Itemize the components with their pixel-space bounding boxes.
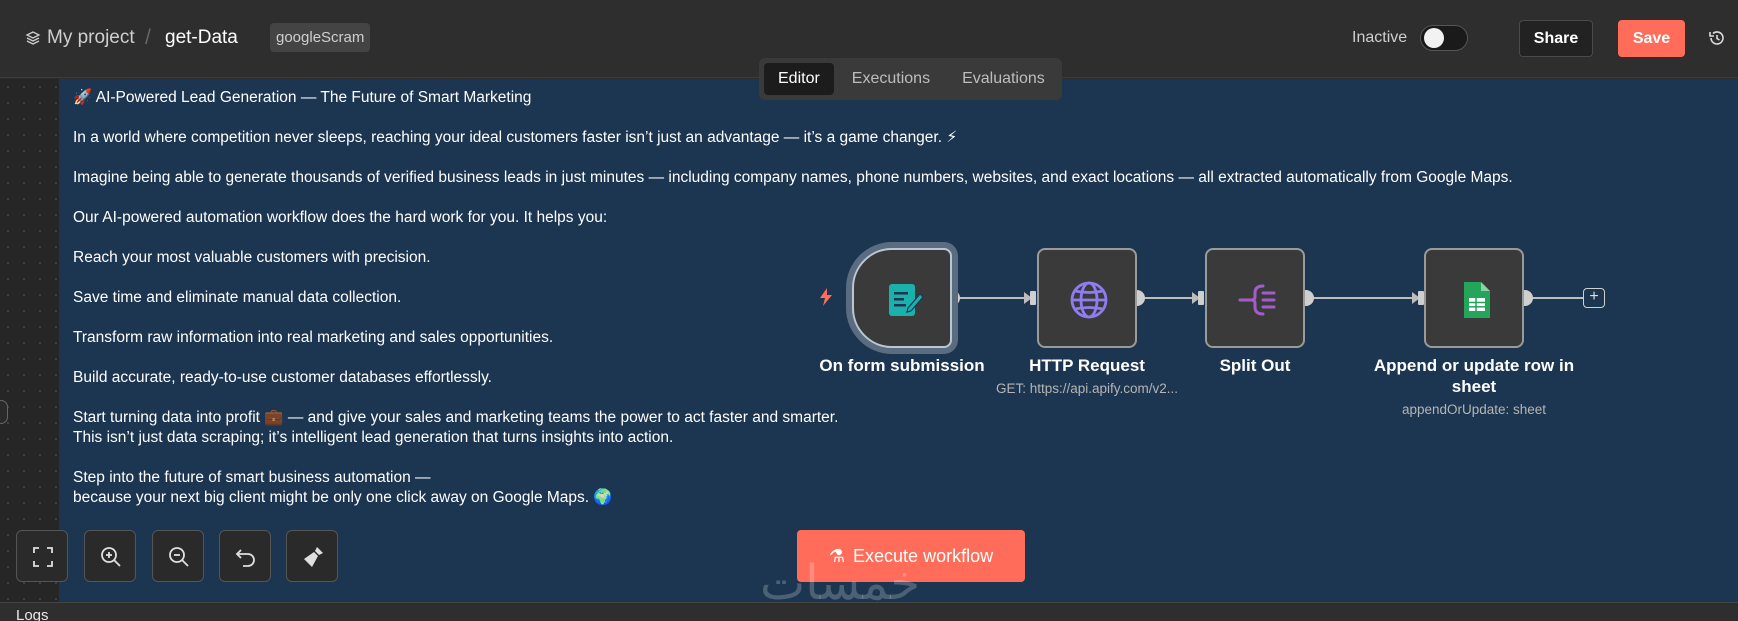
zoom-in-button[interactable]	[84, 530, 136, 582]
active-toggle[interactable]	[1420, 25, 1468, 51]
node-subtitle: GET: https://api.apify.com/v2...	[995, 381, 1179, 396]
fit-view-button[interactable]	[16, 530, 68, 582]
node-label: Append or update row in sheet	[1373, 356, 1575, 396]
globe-icon	[1070, 281, 1108, 319]
node-label: Split Out	[1219, 356, 1291, 375]
note-line: This isn’t just data scraping; it’s inte…	[73, 429, 674, 446]
layers-icon	[25, 31, 41, 45]
undo-icon	[235, 549, 255, 567]
form-icon	[889, 284, 924, 316]
view-tabs: Editor Executions Evaluations	[759, 58, 1062, 100]
add-node-button[interactable]: +	[1583, 288, 1605, 308]
toggle-knob	[1424, 28, 1444, 48]
zoom-out-button[interactable]	[152, 530, 204, 582]
google-sheets-icon	[1464, 282, 1490, 318]
side-panel-handle[interactable]	[0, 400, 8, 424]
fullscreen-icon	[33, 547, 53, 567]
tab-editor[interactable]: Editor	[764, 63, 834, 95]
note-line: Imagine being able to generate thousands…	[73, 169, 1513, 186]
node-label: HTTP Request	[1029, 356, 1145, 375]
broom-icon	[304, 547, 323, 567]
node-append-update-sheet[interactable]	[1424, 248, 1524, 348]
zoom-in-icon	[101, 547, 121, 567]
node-on-form-submission[interactable]	[852, 248, 952, 348]
trigger-bolt-icon	[820, 288, 832, 306]
note-line: Step into the future of smart business a…	[73, 469, 431, 486]
tab-executions[interactable]: Executions	[838, 63, 944, 95]
split-icon	[1238, 284, 1276, 316]
note-line: Our AI-powered automation workflow does …	[73, 209, 608, 226]
node-subtitle: appendOrUpdate: sheet	[1401, 402, 1547, 417]
note-line: In a world where competition never sleep…	[73, 129, 958, 146]
logs-panel-bar[interactable]: Logs	[0, 602, 1738, 621]
node-http-request[interactable]	[1037, 248, 1137, 348]
save-button[interactable]: Save	[1618, 20, 1685, 57]
workflow-name[interactable]: get-Data	[165, 27, 238, 49]
node-label: On form submission	[819, 356, 985, 375]
history-icon[interactable]	[1708, 29, 1726, 47]
logs-label: Logs	[16, 607, 49, 621]
reset-zoom-button[interactable]	[219, 530, 271, 582]
workflow-tag[interactable]: googleScram	[270, 23, 371, 52]
tidy-up-button[interactable]	[286, 530, 338, 582]
breadcrumb-separator: /	[145, 26, 151, 49]
tab-evaluations[interactable]: Evaluations	[948, 63, 1059, 95]
active-status-label: Inactive	[1352, 29, 1408, 46]
note-line: because your next big client might be on…	[73, 489, 613, 506]
zoom-out-icon	[169, 547, 189, 567]
node-split-out[interactable]	[1205, 248, 1305, 348]
breadcrumb-project[interactable]: My project	[47, 27, 135, 49]
share-button[interactable]: Share	[1519, 20, 1593, 57]
